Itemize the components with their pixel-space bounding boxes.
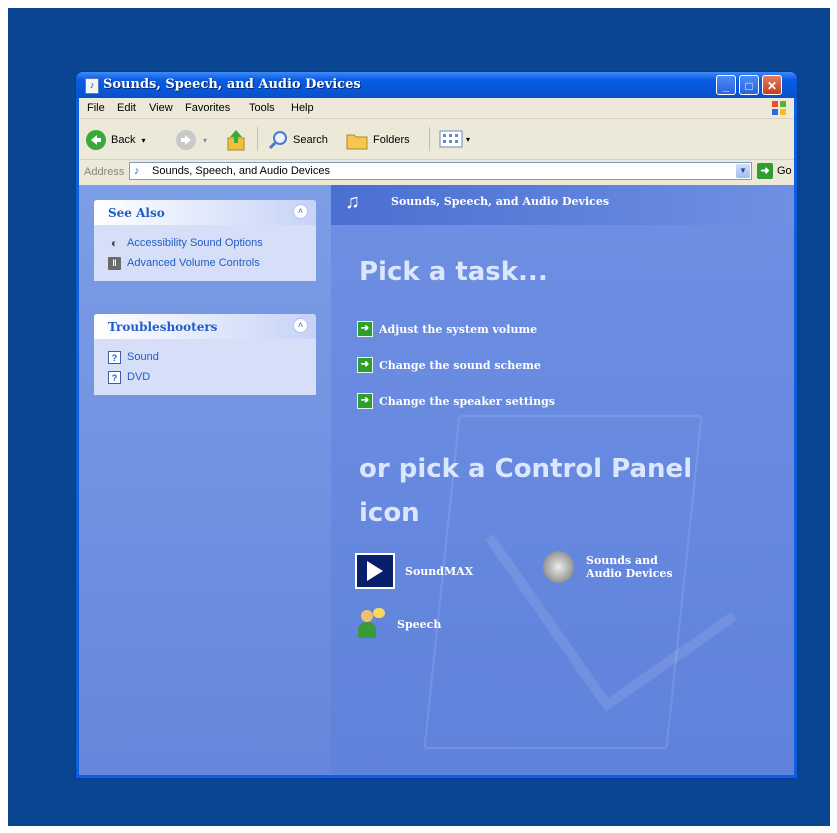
troubleshooters-header[interactable]: Troubleshooters ˄	[94, 314, 316, 339]
cp-icon-label: SoundMAX	[405, 564, 474, 578]
see-also-panel: See Also ˄ ◐ Accessibility Sound Options…	[94, 200, 316, 281]
task-arrow-icon: ➜	[357, 393, 373, 409]
windows-logo-icon	[772, 101, 786, 115]
cp-icon-sounds-audio[interactable]: Sounds and Audio Devices	[543, 551, 683, 583]
toolbar-separator	[429, 127, 430, 151]
window-title: Sounds, Speech, and Audio Devices	[103, 77, 361, 92]
minimize-button[interactable]: _	[716, 75, 736, 95]
category-title: Sounds, Speech, and Audio Devices	[391, 195, 610, 208]
cp-icon-soundmax[interactable]: SoundMAX	[355, 553, 473, 589]
folders-button[interactable]: Folders	[345, 129, 410, 151]
menu-favorites[interactable]: Favorites	[185, 102, 230, 114]
views-button[interactable]: ▾	[439, 129, 470, 149]
mixer-icon: ‖	[108, 256, 121, 270]
collapse-icon[interactable]: ˄	[293, 204, 308, 219]
toolbar-separator	[257, 127, 258, 151]
troubleshooters-title: Troubleshooters	[108, 320, 218, 334]
maximize-button[interactable]: □	[739, 75, 759, 95]
see-also-header[interactable]: See Also ˄	[94, 200, 316, 225]
help-icon: ?	[108, 370, 121, 384]
desktop: ♪ Sounds, Speech, and Audio Devices _ □ …	[8, 8, 830, 826]
task-arrow-icon: ➜	[357, 357, 373, 373]
folders-label: Folders	[373, 134, 410, 146]
category-header: ♫ Sounds, Speech, and Audio Devices	[331, 185, 794, 225]
back-label: Back	[111, 134, 136, 146]
views-dropdown-icon[interactable]: ▾	[466, 135, 470, 144]
cp-icon-speech[interactable]: Speech	[355, 608, 441, 640]
menu-help[interactable]: Help	[291, 102, 314, 114]
task-adjust-volume[interactable]: ➜ Adjust the system volume	[357, 321, 537, 337]
toolbar: Back ▾ ▾ Search Folders ▾	[79, 119, 794, 160]
address-dropdown-icon[interactable]: ▼	[736, 164, 750, 178]
folders-icon	[346, 134, 368, 150]
address-label: Address	[84, 166, 125, 178]
address-value: Sounds, Speech, and Audio Devices	[152, 165, 330, 177]
see-also-link-label: Advanced Volume Controls	[127, 257, 260, 269]
close-button[interactable]: ✕	[762, 75, 782, 95]
troubleshooter-link-label: DVD	[127, 371, 151, 383]
speaker-icon	[543, 551, 575, 583]
collapse-icon[interactable]: ˄	[293, 318, 308, 333]
back-dropdown-icon[interactable]: ▾	[141, 136, 145, 145]
task-label: Change the sound scheme	[379, 358, 541, 372]
troubleshooters-panel: Troubleshooters ˄ ? Sound ? DVD	[94, 314, 316, 395]
menu-view[interactable]: View	[149, 102, 173, 114]
back-button[interactable]: Back ▾	[85, 129, 145, 151]
views-icon	[439, 130, 463, 148]
see-also-link-label: Accessibility Sound Options	[127, 237, 263, 249]
troubleshooter-link-label: Sound	[127, 351, 159, 363]
task-label: Adjust the system volume	[379, 322, 538, 336]
troubleshooter-link-dvd[interactable]: ? DVD	[108, 367, 304, 387]
menu-bar: File Edit View Favorites Tools Help	[79, 98, 794, 119]
address-field[interactable]: ♪ Sounds, Speech, and Audio Devices ▼	[129, 162, 752, 180]
task-change-speaker-settings[interactable]: ➜ Change the speaker settings	[357, 393, 555, 409]
cp-icon-label: Sounds and Audio Devices	[586, 554, 673, 580]
cp-icon-label: Speech	[397, 617, 442, 631]
task-pane: See Also ˄ ◐ Accessibility Sound Options…	[79, 185, 331, 775]
see-also-link-accessibility[interactable]: ◐ Accessibility Sound Options	[108, 233, 304, 253]
main-pane: ♫ Sounds, Speech, and Audio Devices Pick…	[331, 185, 794, 775]
sound-category-icon: ♫	[345, 191, 360, 213]
help-icon: ?	[108, 350, 121, 364]
soundmax-icon	[355, 553, 395, 589]
pick-icon-heading: or pick a Control Panel icon	[359, 454, 693, 528]
see-also-body: ◐ Accessibility Sound Options ‖ Advanced…	[94, 225, 316, 281]
troubleshooters-body: ? Sound ? DVD	[94, 339, 316, 395]
forward-button[interactable]: ▾	[175, 129, 207, 151]
forward-dropdown-icon[interactable]: ▾	[203, 136, 207, 145]
speech-icon	[355, 608, 387, 640]
menu-file[interactable]: File	[87, 102, 105, 114]
speaker-icon: ◐	[110, 235, 119, 250]
explorer-window: ♪ Sounds, Speech, and Audio Devices _ □ …	[76, 72, 797, 778]
task-label: Change the speaker settings	[379, 394, 555, 408]
go-label: Go	[777, 165, 792, 177]
address-bar: Address ♪ Sounds, Speech, and Audio Devi…	[79, 160, 794, 184]
title-bar[interactable]: ♪ Sounds, Speech, and Audio Devices _ □ …	[76, 72, 797, 98]
see-also-link-volume[interactable]: ‖ Advanced Volume Controls	[108, 253, 304, 273]
search-button[interactable]: Search	[267, 129, 328, 151]
task-arrow-icon: ➜	[357, 321, 373, 337]
go-arrow-icon: ➜	[757, 163, 773, 179]
content-area: See Also ˄ ◐ Accessibility Sound Options…	[79, 185, 794, 775]
pick-task-heading: Pick a task...	[359, 257, 548, 287]
address-folder-icon: ♪	[134, 165, 140, 177]
menu-edit[interactable]: Edit	[117, 102, 136, 114]
forward-arrow-icon	[176, 130, 196, 150]
window-client: File Edit View Favorites Tools Help Back…	[79, 98, 794, 775]
see-also-title: See Also	[108, 206, 165, 220]
search-label: Search	[293, 134, 328, 146]
window-icon: ♪	[85, 78, 99, 94]
up-folder-button[interactable]	[225, 128, 247, 152]
back-arrow-icon	[86, 130, 106, 150]
search-icon	[268, 131, 287, 150]
task-change-sound-scheme[interactable]: ➜ Change the sound scheme	[357, 357, 541, 373]
up-folder-icon	[227, 130, 245, 151]
troubleshooter-link-sound[interactable]: ? Sound	[108, 347, 304, 367]
go-button[interactable]: ➜ Go	[757, 163, 792, 179]
menu-tools[interactable]: Tools	[249, 102, 275, 114]
